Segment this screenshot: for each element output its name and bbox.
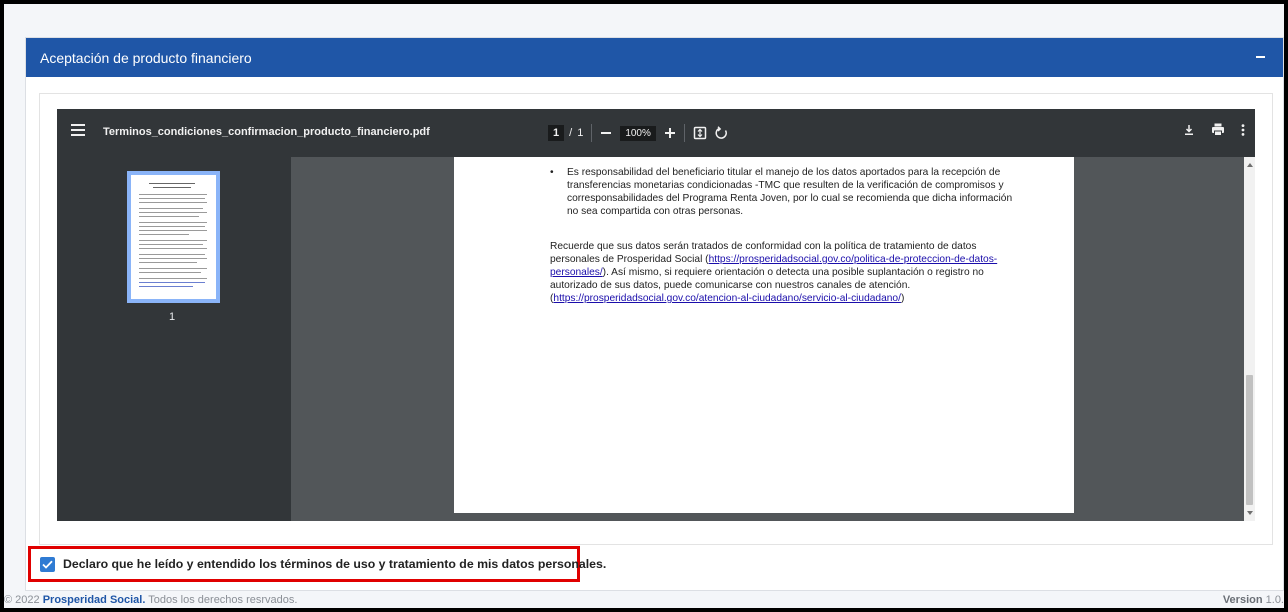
scroll-down-icon[interactable] <box>1247 511 1253 515</box>
page-thumbnail[interactable] <box>127 171 220 303</box>
page: Aceptación de producto financiero Termin… <box>4 4 1284 608</box>
terms-checkbox[interactable] <box>40 556 55 572</box>
terms-consent-label[interactable]: Declaro que he leído y entendido los tér… <box>63 557 606 571</box>
paragraph-text-end: ) <box>900 293 905 304</box>
collapse-button[interactable] <box>1253 49 1267 65</box>
footer-version: Version 1.0. <box>1223 594 1284 606</box>
thumbnail-sidebar: 1 <box>57 157 291 521</box>
checkmark-icon <box>42 560 53 569</box>
citizen-service-link[interactable]: https://prosperidadsocial.gov.co/atencio… <box>553 293 901 304</box>
toolbar-divider <box>591 124 593 142</box>
rights-text: Todos los derechos resrvados. <box>148 594 298 606</box>
card-title: Aceptación de producto financiero <box>40 49 252 66</box>
download-icon[interactable] <box>1183 124 1195 136</box>
terms-consent: Declaro que he leído y entendido los tér… <box>28 546 606 582</box>
pdf-scrollbar[interactable] <box>1244 157 1255 521</box>
pdf-viewer: Terminos_condiciones_confirmacion_produc… <box>57 109 1255 521</box>
minus-icon <box>1255 56 1265 58</box>
card-header: Aceptación de producto financiero <box>26 38 1283 77</box>
zoom-in-icon[interactable] <box>664 127 676 139</box>
print-icon[interactable] <box>1211 123 1225 136</box>
pdf-toolbar-actions <box>1183 123 1245 136</box>
page-number-input[interactable]: 1 <box>548 125 565 141</box>
bullet-text: Es responsabilidad del beneficiario titu… <box>567 167 1013 217</box>
pdf-document-area: • Es responsabilidad del beneficiario ti… <box>291 157 1255 521</box>
pdf-viewer-container: Terminos_condiciones_confirmacion_produc… <box>39 93 1273 545</box>
menu-icon[interactable] <box>71 124 85 138</box>
fit-page-icon[interactable] <box>693 126 707 140</box>
privacy-paragraph: Recuerde que sus datos serán tratados de… <box>550 240 1010 305</box>
footer: © 2022 Prosperidad Social. Todos los der… <box>4 592 1284 608</box>
version-value: 1.0. <box>1265 594 1284 606</box>
toolbar-divider <box>683 124 685 142</box>
financial-product-card: Aceptación de producto financiero Termin… <box>25 37 1284 591</box>
thumbnail-page-number: 1 <box>169 311 176 323</box>
copyright-text: © 2022 <box>4 594 40 606</box>
footer-copyright: © 2022 Prosperidad Social. Todos los der… <box>4 594 297 606</box>
scroll-up-icon[interactable] <box>1247 163 1253 167</box>
zoom-out-icon[interactable] <box>600 127 612 139</box>
pdf-page: • Es responsabilidad del beneficiario ti… <box>454 157 1074 513</box>
rotate-icon[interactable] <box>715 126 729 140</box>
pdf-page-controls: 1 / 1 100% <box>548 123 729 143</box>
pdf-toolbar: Terminos_condiciones_confirmacion_produc… <box>57 109 1255 157</box>
zoom-input[interactable]: 100% <box>620 125 656 141</box>
version-label: Version <box>1222 594 1263 606</box>
bullet-marker: • <box>550 167 554 178</box>
total-pages: 1 <box>577 127 584 139</box>
more-options-icon[interactable] <box>1241 123 1245 136</box>
page-separator: / <box>569 127 573 139</box>
brand-link[interactable]: Prosperidad Social. <box>43 594 146 606</box>
pdf-filename: Terminos_condiciones_confirmacion_produc… <box>103 126 430 138</box>
bullet-item: • Es responsabilidad del beneficiario ti… <box>550 166 1020 218</box>
scrollbar-thumb[interactable] <box>1246 375 1253 505</box>
